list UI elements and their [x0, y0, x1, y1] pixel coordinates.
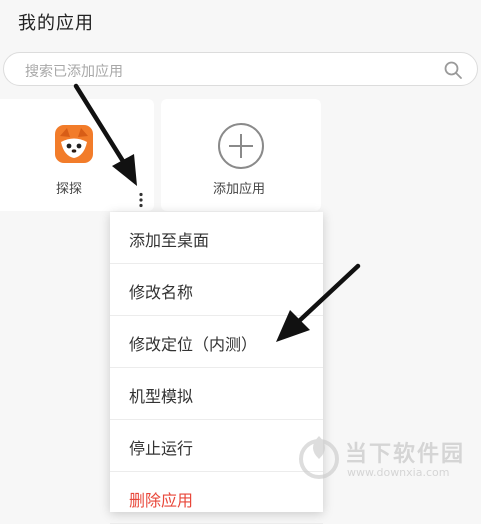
menu-item-delete[interactable]: 删除应用	[110, 472, 323, 524]
menu-item-label: 停止运行	[129, 439, 194, 458]
menu-item-device-simulation[interactable]: 机型模拟	[110, 368, 323, 420]
page-title: 我的应用	[18, 13, 94, 34]
app-context-menu: 添加至桌面 修改名称 修改定位（内测） 机型模拟 停止运行 删除应用	[110, 212, 323, 524]
watermark-url: www.downxia.com	[347, 466, 450, 479]
fox-icon	[55, 125, 93, 163]
menu-item-label: 添加至桌面	[129, 231, 210, 250]
menu-item-label: 删除应用	[129, 491, 194, 510]
menu-item-rename[interactable]: 修改名称	[110, 264, 323, 316]
menu-item-modify-location[interactable]: 修改定位（内测）	[110, 316, 323, 368]
search-icon[interactable]	[443, 60, 463, 80]
menu-item-add-to-desktop[interactable]: 添加至桌面	[110, 212, 323, 264]
app-label: 探探	[56, 182, 83, 197]
plus-circle-icon	[218, 123, 264, 169]
menu-item-label: 修改定位（内测）	[129, 335, 258, 354]
watermark: 当下软件园 www.downxia.com	[298, 434, 468, 484]
add-app-card[interactable]: 添加应用	[161, 99, 321, 211]
more-vertical-icon[interactable]	[138, 192, 144, 208]
app-card-tantan[interactable]: 探探	[0, 99, 154, 211]
search-input[interactable]: 搜索已添加应用	[3, 52, 478, 86]
menu-item-label: 修改名称	[129, 283, 194, 302]
menu-item-stop[interactable]: 停止运行	[110, 420, 323, 472]
add-app-label: 添加应用	[213, 182, 266, 197]
search-placeholder: 搜索已添加应用	[25, 64, 123, 80]
watermark-logo-icon	[299, 436, 339, 479]
watermark-name: 当下软件园	[345, 442, 466, 467]
menu-item-label: 机型模拟	[129, 387, 194, 406]
